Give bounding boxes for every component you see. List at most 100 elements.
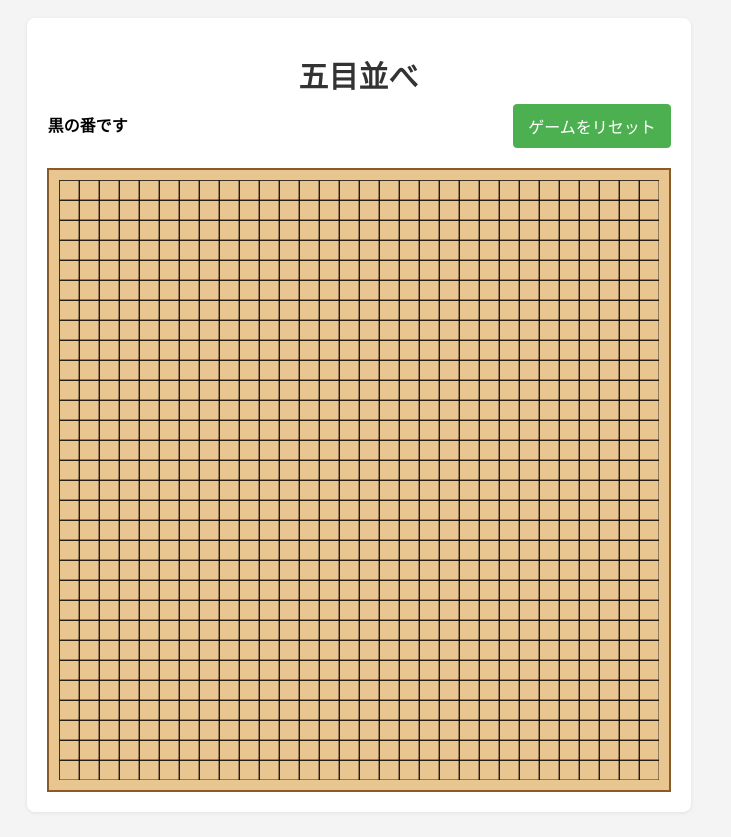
board-cell[interactable] bbox=[559, 300, 580, 321]
board-cell[interactable] bbox=[259, 300, 280, 321]
board-cell[interactable] bbox=[199, 460, 220, 481]
board-cell[interactable] bbox=[459, 420, 480, 441]
board-cell[interactable] bbox=[539, 460, 560, 481]
board-cell[interactable] bbox=[579, 700, 600, 721]
board-cell[interactable] bbox=[239, 520, 260, 541]
board-cell[interactable] bbox=[239, 180, 260, 201]
board-cell[interactable] bbox=[379, 340, 400, 361]
board-cell[interactable] bbox=[79, 320, 100, 341]
board-cell[interactable] bbox=[239, 320, 260, 341]
board-cell[interactable] bbox=[259, 380, 280, 401]
board-cell[interactable] bbox=[539, 360, 560, 381]
board-cell[interactable] bbox=[619, 300, 640, 321]
board-cell[interactable] bbox=[539, 760, 560, 781]
board-cell[interactable] bbox=[579, 320, 600, 341]
board-cell[interactable] bbox=[139, 680, 160, 701]
board-cell[interactable] bbox=[519, 720, 540, 741]
board-cell[interactable] bbox=[219, 340, 240, 361]
board-cell[interactable] bbox=[519, 660, 540, 681]
board-cell[interactable] bbox=[119, 260, 140, 281]
board-cell[interactable] bbox=[179, 500, 200, 521]
board-cell[interactable] bbox=[379, 660, 400, 681]
board-cell[interactable] bbox=[299, 340, 320, 361]
board-cell[interactable] bbox=[639, 500, 660, 521]
board-cell[interactable] bbox=[599, 320, 620, 341]
board-cell[interactable] bbox=[199, 600, 220, 621]
board-cell[interactable] bbox=[359, 720, 380, 741]
board-cell[interactable] bbox=[319, 600, 340, 621]
board-cell[interactable] bbox=[219, 320, 240, 341]
board-cell[interactable] bbox=[399, 520, 420, 541]
board-cell[interactable] bbox=[539, 260, 560, 281]
board-cell[interactable] bbox=[299, 180, 320, 201]
board-cell[interactable] bbox=[159, 200, 180, 221]
board-cell[interactable] bbox=[539, 520, 560, 541]
board-cell[interactable] bbox=[439, 460, 460, 481]
board-cell[interactable] bbox=[639, 540, 660, 561]
board-cell[interactable] bbox=[279, 260, 300, 281]
board-cell[interactable] bbox=[499, 560, 520, 581]
board-cell[interactable] bbox=[539, 180, 560, 201]
board-cell[interactable] bbox=[79, 440, 100, 461]
board-cell[interactable] bbox=[619, 540, 640, 561]
board-cell[interactable] bbox=[179, 340, 200, 361]
board-cell[interactable] bbox=[359, 600, 380, 621]
board-cell[interactable] bbox=[579, 280, 600, 301]
board-cell[interactable] bbox=[479, 700, 500, 721]
board-cell[interactable] bbox=[79, 380, 100, 401]
board-cell[interactable] bbox=[419, 640, 440, 661]
board-cell[interactable] bbox=[119, 400, 140, 421]
board-cell[interactable] bbox=[579, 380, 600, 401]
board-cell[interactable] bbox=[219, 460, 240, 481]
board-cell[interactable] bbox=[139, 280, 160, 301]
board-cell[interactable] bbox=[159, 680, 180, 701]
board-cell[interactable] bbox=[379, 180, 400, 201]
board-cell[interactable] bbox=[439, 620, 460, 641]
board-cell[interactable] bbox=[599, 260, 620, 281]
board-cell[interactable] bbox=[99, 460, 120, 481]
board-cell[interactable] bbox=[79, 560, 100, 581]
board-cell[interactable] bbox=[179, 700, 200, 721]
board-cell[interactable] bbox=[379, 480, 400, 501]
board-cell[interactable] bbox=[419, 480, 440, 501]
board-cell[interactable] bbox=[159, 240, 180, 261]
board-cell[interactable] bbox=[159, 460, 180, 481]
board-cell[interactable] bbox=[539, 580, 560, 601]
board-cell[interactable] bbox=[179, 200, 200, 221]
board-cell[interactable] bbox=[259, 340, 280, 361]
board-cell[interactable] bbox=[499, 500, 520, 521]
board-cell[interactable] bbox=[259, 680, 280, 701]
board-cell[interactable] bbox=[399, 320, 420, 341]
board-cell[interactable] bbox=[619, 400, 640, 421]
board-cell[interactable] bbox=[239, 220, 260, 241]
board-cell[interactable] bbox=[259, 320, 280, 341]
board-cell[interactable] bbox=[559, 460, 580, 481]
board-cell[interactable] bbox=[519, 520, 540, 541]
board-cell[interactable] bbox=[219, 280, 240, 301]
board-cell[interactable] bbox=[579, 540, 600, 561]
board-cell[interactable] bbox=[379, 280, 400, 301]
board-cell[interactable] bbox=[119, 520, 140, 541]
board-cell[interactable] bbox=[139, 400, 160, 421]
board-cell[interactable] bbox=[59, 240, 80, 261]
board-cell[interactable] bbox=[539, 560, 560, 581]
board-cell[interactable] bbox=[339, 740, 360, 761]
board-cell[interactable] bbox=[199, 320, 220, 341]
board-cell[interactable] bbox=[59, 400, 80, 421]
board-cell[interactable] bbox=[339, 420, 360, 441]
board-cell[interactable] bbox=[519, 580, 540, 601]
board-cell[interactable] bbox=[79, 580, 100, 601]
board-cell[interactable] bbox=[639, 360, 660, 381]
board-cell[interactable] bbox=[639, 200, 660, 221]
board-cell[interactable] bbox=[259, 200, 280, 221]
board-cell[interactable] bbox=[499, 660, 520, 681]
board-cell[interactable] bbox=[499, 520, 520, 541]
board-cell[interactable] bbox=[359, 400, 380, 421]
board-cell[interactable] bbox=[439, 640, 460, 661]
board-cell[interactable] bbox=[579, 340, 600, 361]
board-cell[interactable] bbox=[479, 540, 500, 561]
board-cell[interactable] bbox=[459, 760, 480, 781]
board-cell[interactable] bbox=[219, 600, 240, 621]
board-cell[interactable] bbox=[639, 600, 660, 621]
board-cell[interactable] bbox=[239, 380, 260, 401]
